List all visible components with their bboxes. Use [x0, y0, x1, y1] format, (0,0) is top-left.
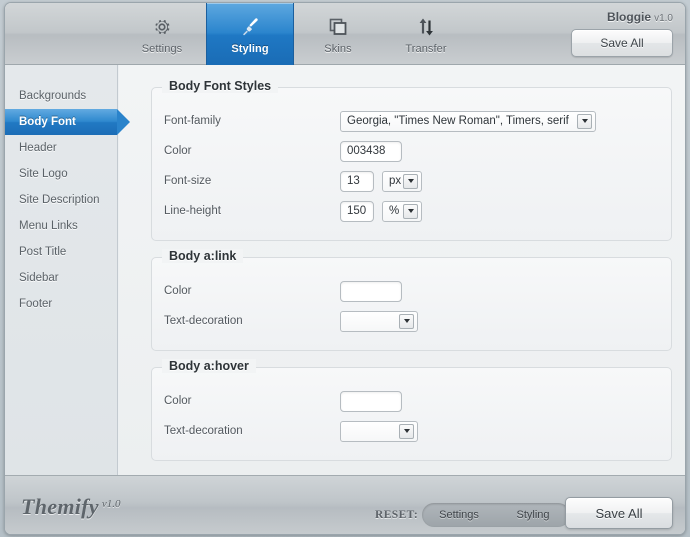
line-height-unit-value: %	[389, 205, 400, 217]
tab-transfer[interactable]: Transfer	[382, 3, 470, 65]
sidebar-item-label: Sidebar	[19, 272, 59, 284]
row-line-height: Line-height %	[152, 196, 671, 226]
font-family-select[interactable]: Georgia, "Times New Roman", Timers, seri…	[340, 110, 596, 132]
main-tab-bar: Settings Styling Skins Transfer	[118, 3, 470, 65]
tab-skins-label: Skins	[324, 42, 352, 55]
app-version: v1.0	[654, 13, 673, 24]
brush-icon	[238, 14, 262, 40]
hover-text-decoration-select[interactable]	[340, 420, 418, 442]
font-size-unit-value: px	[389, 175, 402, 187]
panel-body-a-hover: Body a:hover Color Text-decoration	[151, 359, 672, 461]
sidebar: Backgrounds Body Font Header Site Logo S…	[5, 65, 130, 475]
tab-styling[interactable]: Styling	[206, 3, 294, 65]
sidebar-item-footer[interactable]: Footer	[5, 291, 117, 317]
sidebar-item-label: Site Description	[19, 194, 100, 206]
sidebar-item-menu-links[interactable]: Menu Links	[5, 213, 117, 239]
reset-styling-button[interactable]: Styling	[496, 509, 570, 521]
row-hover-color: Color	[152, 386, 671, 416]
tab-skins[interactable]: Skins	[294, 3, 382, 65]
app-title: Bloggie v1.0	[607, 10, 673, 24]
tab-settings-label: Settings	[141, 42, 183, 55]
top-toolbar: Settings Styling Skins Transfer Bloggie …	[5, 3, 685, 65]
sidebar-item-label: Site Logo	[19, 168, 68, 180]
sidebar-item-header[interactable]: Header	[5, 135, 117, 161]
transfer-icon	[416, 14, 436, 40]
sidebar-item-post-title[interactable]: Post Title	[5, 239, 117, 265]
app-name: Bloggie	[607, 10, 652, 24]
row-link-color: Color	[152, 276, 671, 306]
sidebar-item-site-logo[interactable]: Site Logo	[5, 161, 117, 187]
link-text-decoration-select[interactable]	[340, 310, 418, 332]
sidebar-item-body-font[interactable]: Body Font	[5, 109, 130, 135]
hover-color-input[interactable]	[340, 390, 402, 412]
panel-legend-body-a-link: Body a:link	[162, 249, 244, 263]
chevron-down-icon	[399, 423, 414, 439]
label-color: Color	[164, 145, 192, 157]
font-family-value: Georgia, "Times New Roman", Timers, seri…	[347, 115, 569, 127]
font-size-input[interactable]	[340, 170, 374, 192]
tab-settings[interactable]: Settings	[118, 3, 206, 65]
application-window: Settings Styling Skins Transfer Bloggie …	[4, 2, 686, 535]
skins-icon	[328, 14, 348, 40]
chevron-down-icon	[403, 173, 418, 189]
row-link-text-decoration: Text-decoration	[152, 306, 671, 336]
tab-styling-label: Styling	[231, 42, 269, 55]
sidebar-item-label: Body Font	[19, 116, 76, 128]
label-font-size: Font-size	[164, 175, 212, 187]
sidebar-item-label: Header	[19, 142, 57, 154]
row-font-size: Font-size px	[152, 166, 671, 196]
label-line-height: Line-height	[164, 205, 221, 217]
panel-body-font-styles: Body Font Styles Font-family Georgia, "T…	[151, 79, 672, 241]
tab-transfer-label: Transfer	[405, 42, 447, 55]
save-all-button-top[interactable]: Save All	[571, 29, 673, 57]
panel-legend-body-a-hover: Body a:hover	[162, 359, 256, 373]
chevron-down-icon	[577, 113, 592, 129]
line-height-unit-select[interactable]: %	[382, 200, 422, 222]
font-size-unit-select[interactable]: px	[382, 170, 422, 192]
label-font-family: Font-family	[164, 115, 221, 127]
themify-brand: Themify	[21, 494, 99, 519]
sidebar-item-label: Footer	[19, 298, 53, 310]
sidebar-item-sidebar[interactable]: Sidebar	[5, 265, 117, 291]
chevron-down-icon	[399, 313, 414, 329]
save-all-button-bottom[interactable]: Save All	[565, 497, 673, 529]
reset-settings-button[interactable]: Settings	[422, 509, 496, 521]
body-font-color-input[interactable]	[340, 140, 402, 162]
sidebar-item-label: Backgrounds	[19, 90, 87, 102]
panel-legend-body-font-styles: Body Font Styles	[162, 79, 279, 93]
label-link-text-decoration: Text-decoration	[164, 315, 243, 327]
themify-version: v1.0	[101, 498, 121, 510]
body-area: Backgrounds Body Font Header Site Logo S…	[5, 65, 685, 475]
row-hover-text-decoration: Text-decoration	[152, 416, 671, 446]
panel-body-a-link: Body a:link Color Text-decoration	[151, 249, 672, 351]
app-root: Settings Styling Skins Transfer Bloggie …	[0, 0, 690, 537]
sidebar-item-label: Menu Links	[19, 220, 78, 232]
label-link-color: Color	[164, 285, 192, 297]
reset-label: RESET:	[375, 509, 419, 521]
label-hover-color: Color	[164, 395, 192, 407]
gear-icon	[152, 14, 172, 40]
chevron-down-icon	[403, 203, 418, 219]
link-color-input[interactable]	[340, 280, 402, 302]
line-height-input[interactable]	[340, 200, 374, 222]
settings-content: Body Font Styles Font-family Georgia, "T…	[119, 65, 685, 475]
row-font-family: Font-family Georgia, "Times New Roman", …	[152, 106, 671, 136]
sidebar-item-backgrounds[interactable]: Backgrounds	[5, 83, 117, 109]
label-hover-text-decoration: Text-decoration	[164, 425, 243, 437]
sidebar-item-site-description[interactable]: Site Description	[5, 187, 117, 213]
reset-toggle-group: Settings Styling	[422, 503, 570, 527]
row-color: Color	[152, 136, 671, 166]
themify-logo: Themify v1.0	[21, 494, 121, 520]
sidebar-item-label: Post Title	[19, 246, 67, 258]
